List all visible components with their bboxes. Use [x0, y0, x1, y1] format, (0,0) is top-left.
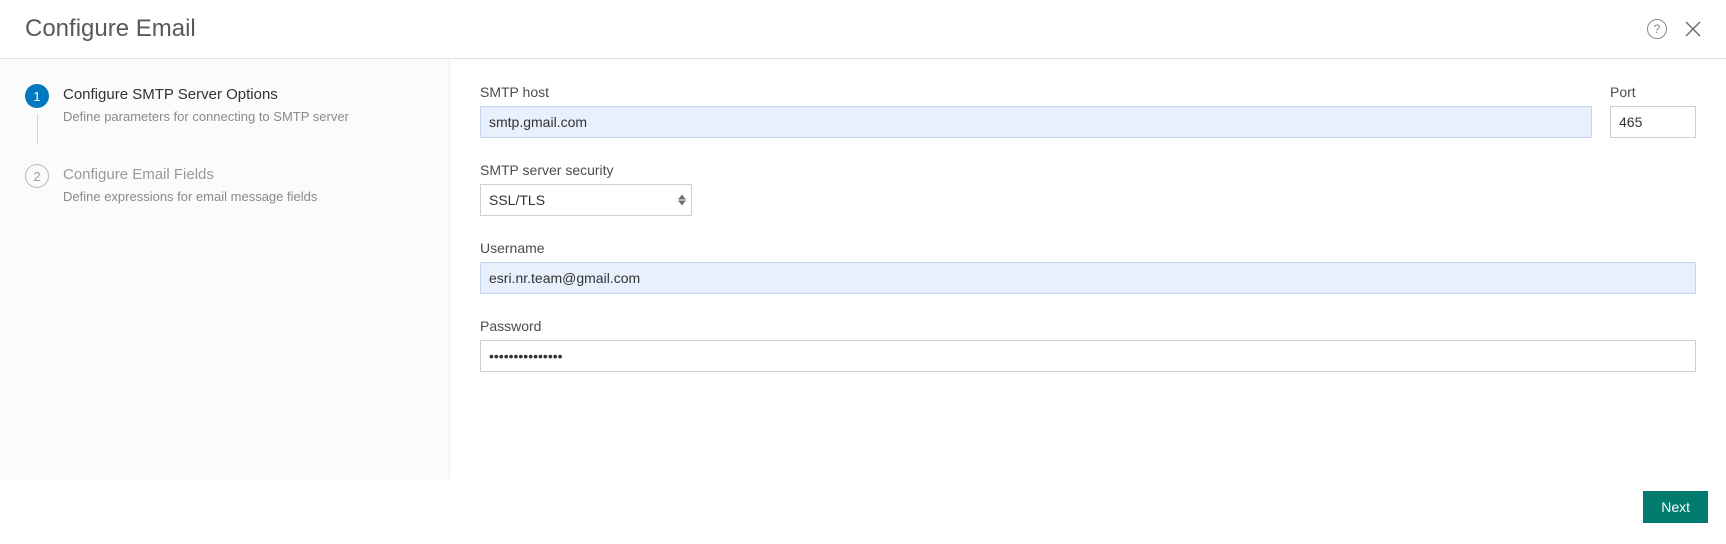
password-label: Password: [480, 318, 1696, 334]
dialog-header: Configure Email ?: [0, 0, 1726, 59]
step-indicator-col: 2: [25, 164, 49, 204]
username-label: Username: [480, 240, 1696, 256]
dialog-title: Configure Email: [25, 15, 196, 43]
header-actions: ?: [1647, 19, 1701, 39]
step-text: Configure Email Fields Define expression…: [63, 164, 317, 204]
next-button[interactable]: Next: [1643, 491, 1708, 523]
security-select-wrap: SSL/TLS: [480, 184, 692, 216]
step-indicator-col: 1: [25, 84, 49, 144]
help-icon: ?: [1647, 19, 1667, 39]
smtp-host-label: SMTP host: [480, 84, 1592, 100]
step-description: Define parameters for connecting to SMTP…: [63, 109, 349, 124]
step-number-badge: 2: [25, 164, 49, 188]
field-smtp-host: SMTP host: [480, 84, 1592, 138]
field-port: Port: [1610, 84, 1696, 138]
row-password: Password: [480, 318, 1696, 372]
dialog-body: 1 Configure SMTP Server Options Define p…: [0, 59, 1726, 479]
field-username: Username: [480, 240, 1696, 294]
port-input[interactable]: [1610, 106, 1696, 138]
field-security: SMTP server security SSL/TLS: [480, 162, 692, 216]
row-username: Username: [480, 240, 1696, 294]
step-1[interactable]: 1 Configure SMTP Server Options Define p…: [25, 84, 424, 144]
row-security: SMTP server security SSL/TLS: [480, 162, 1696, 216]
step-2[interactable]: 2 Configure Email Fields Define expressi…: [25, 164, 424, 204]
close-icon: [1685, 21, 1701, 37]
form-panel: SMTP host Port SMTP server security SSL/…: [450, 59, 1726, 479]
step-title: Configure Email Fields: [63, 166, 317, 183]
row-host-port: SMTP host Port: [480, 84, 1696, 138]
step-number-badge: 1: [25, 84, 49, 108]
username-input[interactable]: [480, 262, 1696, 294]
security-select[interactable]: SSL/TLS: [480, 184, 692, 216]
close-button[interactable]: [1685, 21, 1701, 37]
step-connector: [37, 114, 38, 144]
security-label: SMTP server security: [480, 162, 692, 178]
step-text: Configure SMTP Server Options Define par…: [63, 84, 349, 144]
password-input[interactable]: [480, 340, 1696, 372]
field-password: Password: [480, 318, 1696, 372]
help-button[interactable]: ?: [1647, 19, 1667, 39]
configure-email-dialog: Configure Email ? 1 Configure SMTP: [0, 0, 1726, 541]
port-label: Port: [1610, 84, 1696, 100]
dialog-footer: Next: [0, 479, 1726, 541]
step-description: Define expressions for email message fie…: [63, 189, 317, 204]
steps-panel: 1 Configure SMTP Server Options Define p…: [0, 59, 450, 479]
step-title: Configure SMTP Server Options: [63, 86, 349, 103]
smtp-host-input[interactable]: [480, 106, 1592, 138]
